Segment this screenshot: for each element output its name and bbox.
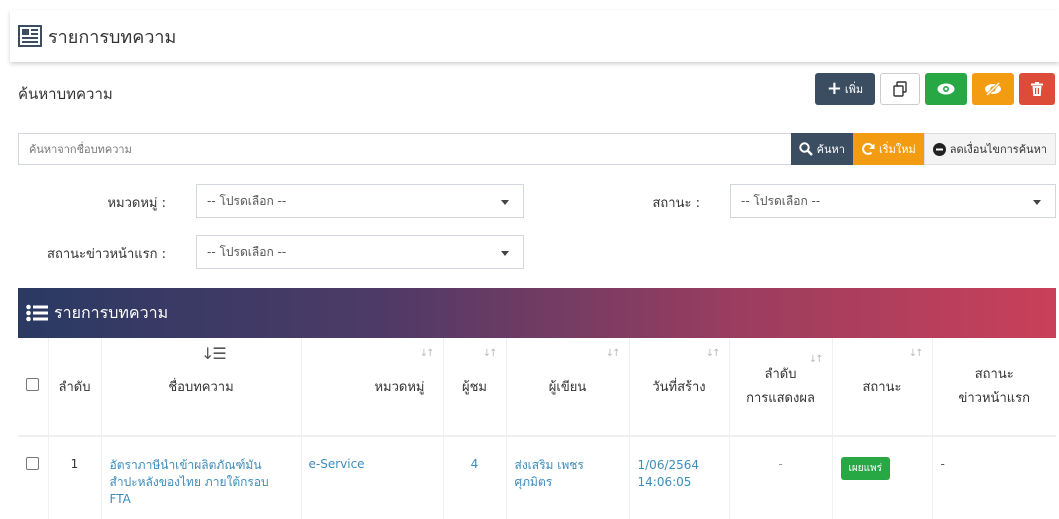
- column-seq: ลำดับ: [48, 338, 102, 437]
- headline-select[interactable]: -- โปรดเลือก --: [196, 235, 524, 269]
- row-category-cell: e-Service: [301, 436, 444, 519]
- headline-select-value: -- โปรดเลือก --: [207, 244, 287, 259]
- sort-icon[interactable]: ↓↑: [483, 348, 498, 359]
- column-status-label: สถานะ: [862, 380, 902, 395]
- row-headline: -: [940, 457, 945, 471]
- author-line-2: ศุภมิตร: [514, 475, 553, 489]
- sort-icon[interactable]: ↓↑: [809, 348, 824, 372]
- delete-button[interactable]: [1019, 73, 1055, 105]
- article-name-line-2: สำปะหลังของไทย ภายใต้กรอบ: [109, 475, 269, 489]
- sort-icon[interactable]: ↓↑: [706, 348, 721, 359]
- search-section-title: ค้นหาบทความ: [18, 85, 113, 103]
- column-views-label: ผู้ชม: [461, 380, 487, 395]
- eye-slash-icon: [985, 82, 1001, 96]
- column-author[interactable]: ↓↑ ผู้เขียน: [506, 338, 630, 437]
- show-button[interactable]: [925, 73, 967, 105]
- plus-icon: +: [826, 78, 842, 99]
- copy-button[interactable]: [880, 73, 920, 105]
- column-category-label: หมวดหมู่: [374, 380, 425, 395]
- copy-icon: [893, 81, 907, 97]
- search-button[interactable]: ค้นหา: [790, 133, 853, 165]
- search-row: ค้นหา เริ่มใหม่ ลดเงื่อนไขการค้นหา: [18, 133, 1056, 165]
- table-row: 1 อัตราภาษีนำเข้าผลิตภัณฑ์มัน สำปะหลังขอ…: [18, 436, 1056, 519]
- eye-icon: [937, 83, 955, 95]
- status-select[interactable]: -- โปรดเลือก --: [730, 184, 1056, 218]
- chevron-down-icon: [501, 200, 509, 205]
- minus-circle-icon: [932, 142, 946, 156]
- list-title: รายการบทความ: [54, 302, 169, 322]
- column-headline-label-2: ข่าวหน้าแรก: [958, 390, 1030, 406]
- column-name[interactable]: ↓☰ ชื่อบทความ: [101, 338, 302, 437]
- column-headline-label: สถานะ: [974, 366, 1014, 382]
- row-seq: 1: [48, 436, 102, 519]
- table-header-row: ลำดับ ↓☰ ชื่อบทความ ↓↑ หมวดหมู่ ↓↑ ผู้ชม…: [18, 338, 1056, 437]
- column-created-label: วันที่สร้าง: [652, 380, 706, 395]
- article-link[interactable]: อัตราภาษีนำเข้าผลิตภัณฑ์มัน สำปะหลังของไ…: [110, 458, 269, 506]
- row-created-cell: 1/06/2564 14:06:05: [629, 436, 730, 519]
- row-checkbox[interactable]: [26, 457, 40, 470]
- chevron-down-icon: [501, 251, 509, 256]
- less-criteria-button[interactable]: ลดเงื่อนไขการค้นหา: [923, 133, 1056, 165]
- column-order[interactable]: ↓↑ ลำดับ การแสดงผล: [729, 338, 833, 437]
- list-icon: [26, 304, 48, 322]
- status-filter-label: สถานะ :: [652, 196, 701, 211]
- status-select-value: -- โปรดเลือก --: [741, 193, 821, 208]
- search-icon: [798, 142, 813, 156]
- articles-table: ลำดับ ↓☰ ชื่อบทความ ↓↑ หมวดหมู่ ↓↑ ผู้ชม…: [18, 338, 1056, 519]
- trash-icon: [1031, 82, 1043, 96]
- row-views-cell: 4: [443, 436, 507, 519]
- article-name-line-1: อัตราภาษีนำเข้าผลิตภัณฑ์มัน: [109, 458, 262, 472]
- row-status-cell: เผยแพร่: [832, 436, 933, 519]
- column-seq-label: ลำดับ: [58, 380, 91, 395]
- search-button-label: ค้นหา: [816, 143, 845, 156]
- column-status[interactable]: ↓↑ สถานะ: [832, 338, 933, 437]
- page-title: รายการบทความ: [48, 26, 177, 48]
- status-badge[interactable]: เผยแพร่: [840, 457, 891, 480]
- article-name-line-3: FTA: [109, 492, 131, 506]
- category-select-value: -- โปรดเลือก --: [207, 193, 287, 208]
- page-header: รายการบทความ: [10, 10, 1059, 62]
- headline-filter-label: สถานะข่าวหน้าแรก :: [47, 247, 166, 262]
- category-select[interactable]: -- โปรดเลือก --: [196, 184, 524, 218]
- column-order-label: ลำดับ: [764, 366, 797, 382]
- category-filter-label: หมวดหมู่ :: [107, 196, 166, 211]
- author-link[interactable]: ส่งเสริม เพชร ศุภมิตร: [515, 458, 584, 489]
- add-button-label: เพิ่ม: [844, 83, 864, 96]
- sort-desc-icon[interactable]: ↓☰: [201, 344, 227, 363]
- column-name-label: ชื่อบทความ: [168, 380, 234, 395]
- search-input[interactable]: [18, 133, 791, 165]
- row-name-cell: อัตราภาษีนำเข้าผลิตภัณฑ์มัน สำปะหลังของไ…: [101, 436, 302, 519]
- select-all-checkbox[interactable]: [26, 378, 40, 391]
- column-order-label-2: การแสดงผล: [746, 390, 815, 406]
- created-time: 14:06:05: [637, 475, 692, 489]
- reset-button-label: เริ่มใหม่: [878, 143, 916, 156]
- hide-button[interactable]: [972, 73, 1014, 105]
- sort-icon[interactable]: ↓↑: [606, 348, 621, 359]
- select-all-header: [18, 338, 49, 437]
- sort-icon[interactable]: ↓↑: [909, 348, 924, 359]
- author-line-1: ส่งเสริม เพชร: [514, 458, 584, 472]
- created-date: 1/06/2564: [637, 458, 700, 472]
- chevron-down-icon: [1033, 200, 1041, 205]
- row-select-cell: [18, 436, 49, 519]
- list-header: รายการบทความ: [18, 288, 1056, 338]
- action-toolbar: + เพิ่ม: [815, 73, 1055, 105]
- refresh-icon: [862, 142, 875, 155]
- column-headline: สถานะ ข่าวหน้าแรก: [932, 338, 1056, 437]
- sort-icon[interactable]: ↓↑: [420, 348, 435, 359]
- less-criteria-label: ลดเงื่อนไขการค้นหา: [949, 143, 1047, 156]
- column-category[interactable]: ↓↑ หมวดหมู่: [301, 338, 444, 437]
- column-views[interactable]: ↓↑ ผู้ชม: [443, 338, 507, 437]
- reset-button[interactable]: เริ่มใหม่: [852, 133, 924, 165]
- column-author-label: ผู้เขียน: [548, 380, 587, 395]
- row-author-cell: ส่งเสริม เพชร ศุภมิตร: [506, 436, 630, 519]
- add-button[interactable]: + เพิ่ม: [815, 73, 875, 105]
- category-link[interactable]: e-Service: [309, 457, 365, 471]
- views-link[interactable]: 4: [471, 457, 479, 471]
- column-created[interactable]: ↓↑ วันที่สร้าง: [629, 338, 730, 437]
- newspaper-icon: [18, 25, 42, 47]
- row-order: -: [729, 436, 833, 519]
